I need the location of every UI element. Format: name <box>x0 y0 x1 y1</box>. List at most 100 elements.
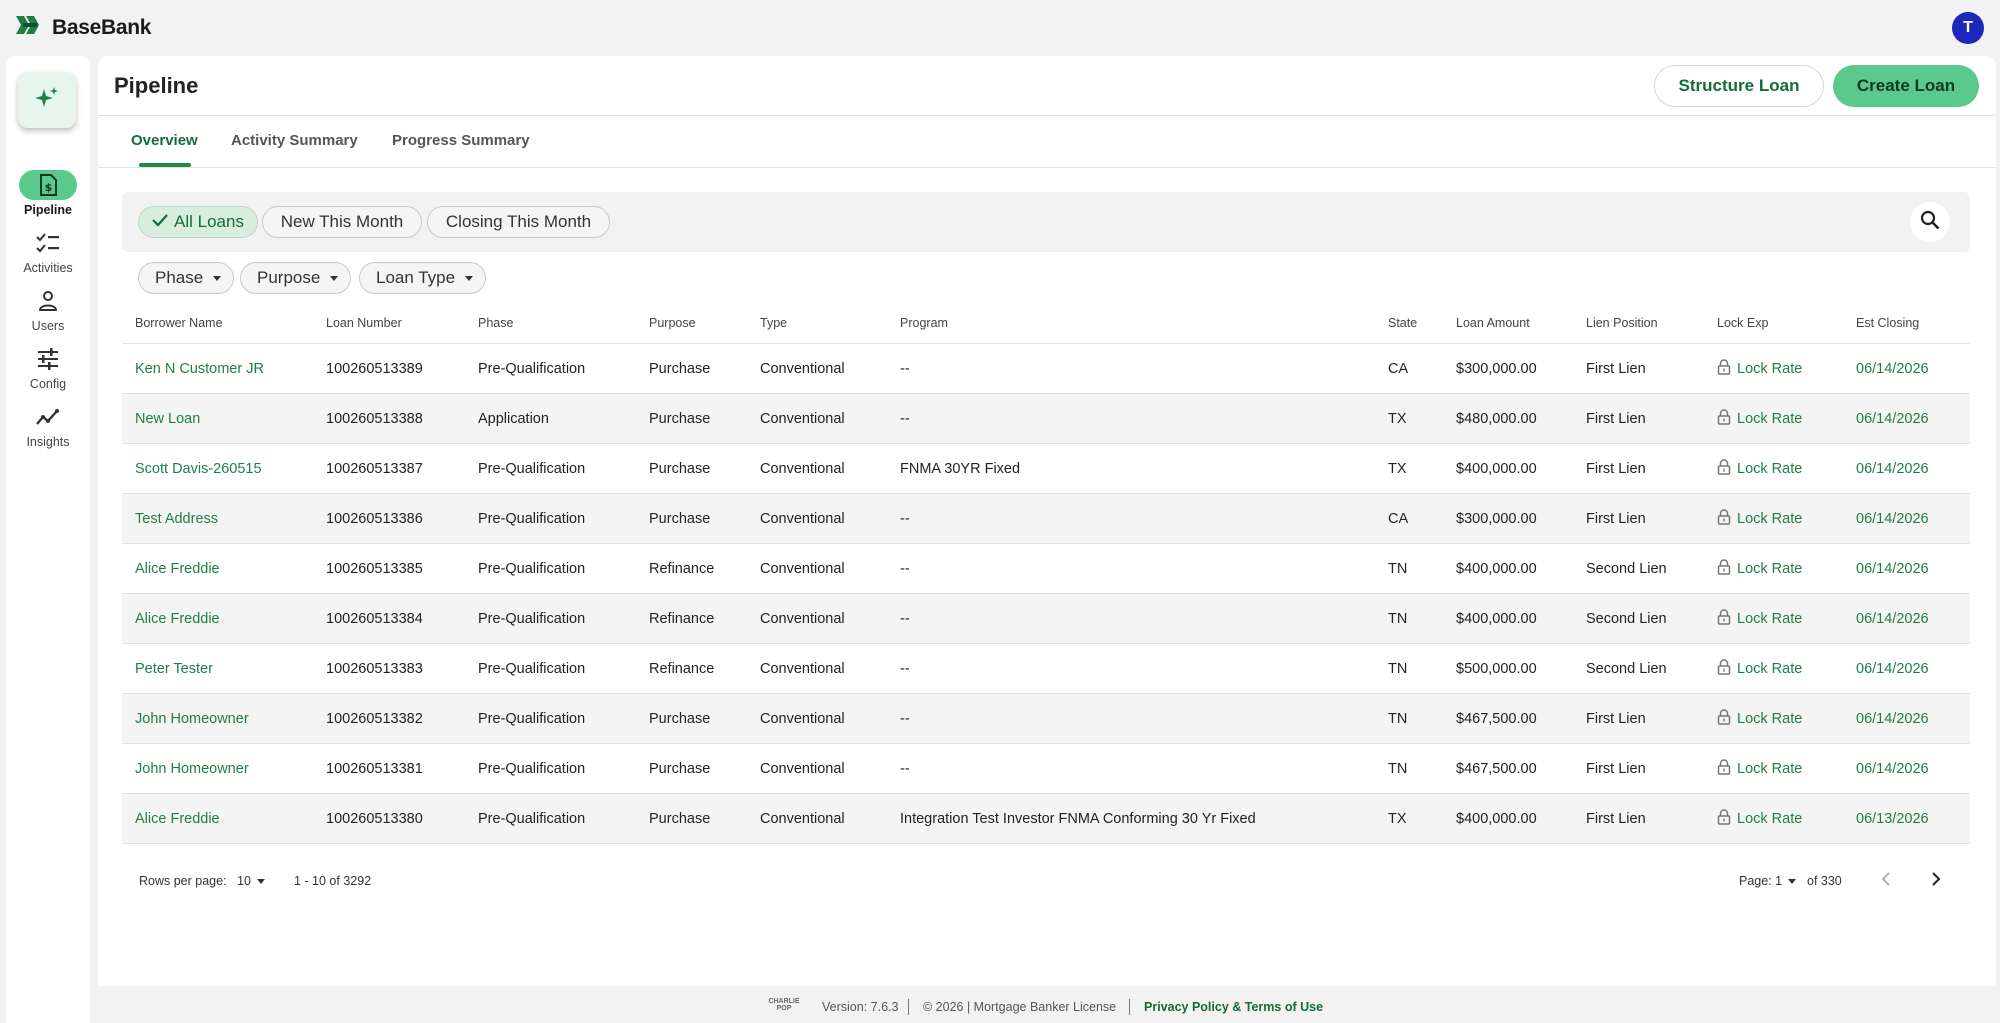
est-closing-link[interactable]: 06/14/2026 <box>1856 561 1929 577</box>
filter-chip-closing-this-month[interactable]: Closing This Month <box>427 206 610 238</box>
structure-loan-button[interactable]: Structure Loan <box>1654 65 1824 107</box>
purpose-filter-dropdown[interactable]: Purpose <box>240 262 352 294</box>
borrower-name-link[interactable]: Alice Freddie <box>135 611 220 627</box>
lock-rate-link[interactable]: Lock Rate <box>1717 759 1802 779</box>
lock-rate-link[interactable]: Lock Rate <box>1717 509 1802 529</box>
borrower-name-link[interactable]: Scott Davis-260515 <box>135 461 262 477</box>
est-closing-link[interactable]: 06/14/2026 <box>1856 761 1929 777</box>
sidebar-item-activities[interactable]: Activities <box>6 228 90 275</box>
table-row[interactable]: New Loan 100260513388 Application Purchase C… <box>122 394 1970 444</box>
sidebar-item-config[interactable]: Config <box>6 344 90 391</box>
phase-filter-dropdown[interactable]: Phase <box>138 262 235 294</box>
user-avatar[interactable]: T <box>1952 12 1984 44</box>
ai-assistant-button[interactable] <box>18 72 76 128</box>
filter-chip-all-loans[interactable]: All Loans <box>138 206 258 238</box>
column-header[interactable]: Loan Number <box>326 316 402 330</box>
lock-rate-link[interactable]: Lock Rate <box>1717 409 1802 429</box>
page-select[interactable]: Page: 1 <box>1739 874 1797 888</box>
lock-rate-link[interactable]: Lock Rate <box>1717 359 1802 379</box>
chip-label: Closing This Month <box>445 212 592 231</box>
filter-chip-new-this-month[interactable]: New This Month <box>262 206 422 238</box>
search-button[interactable] <box>1910 202 1950 242</box>
est-closing-link[interactable]: 06/14/2026 <box>1856 411 1929 427</box>
table-row[interactable]: Alice Freddie 100260513384 Pre-Qualificati… <box>122 594 1970 644</box>
column-header[interactable]: Program <box>900 316 948 330</box>
pipeline-doc-icon: $ <box>19 170 77 200</box>
sidebar-item-label: Pipeline <box>24 203 72 217</box>
column-header[interactable]: Loan Amount <box>1456 316 1530 330</box>
loan-type-filter-dropdown[interactable]: Loan Type <box>359 262 487 294</box>
lock-rate-link[interactable]: Lock Rate <box>1717 459 1802 479</box>
borrower-name-link[interactable]: Ken N Customer JR <box>135 361 264 377</box>
column-header[interactable]: Type <box>760 316 787 330</box>
lock-icon <box>1717 659 1731 679</box>
table-row[interactable]: Test Address 100260513386 Pre-Qualificatio… <box>122 494 1970 544</box>
lock-rate-link[interactable]: Lock Rate <box>1717 609 1802 629</box>
lock-rate-link[interactable]: Lock Rate <box>1717 709 1802 729</box>
tab-progress-summary[interactable]: Progress Summary <box>392 132 530 149</box>
column-header[interactable]: Lock Exp <box>1717 316 1768 330</box>
est-closing-link[interactable]: 06/14/2026 <box>1856 361 1929 377</box>
est-closing-link[interactable]: 06/14/2026 <box>1856 661 1929 677</box>
total-pages: of 330 <box>1807 874 1842 888</box>
est-closing-link[interactable]: 06/14/2026 <box>1856 611 1929 627</box>
lien-position-cell: Second Lien <box>1586 611 1667 627</box>
program-cell: -- <box>900 411 910 427</box>
table-row[interactable]: John Homeowner 100260513382 Pre-Qualificat… <box>122 694 1970 744</box>
est-closing-link[interactable]: 06/14/2026 <box>1856 461 1929 477</box>
lien-position-cell: First Lien <box>1586 511 1646 527</box>
lock-icon <box>1717 809 1731 829</box>
table-row[interactable]: Peter Tester 100260513383 Pre-Qualificatio… <box>122 644 1970 694</box>
lock-rate-label: Lock Rate <box>1737 761 1803 777</box>
caret-down-icon <box>465 275 474 281</box>
tab-activity-summary[interactable]: Activity Summary <box>231 132 358 149</box>
brand[interactable]: BaseBank <box>14 14 151 41</box>
borrower-name-link[interactable]: John Homeowner <box>135 711 249 727</box>
column-header[interactable]: Est Closing <box>1856 316 1919 330</box>
brand-name: BaseBank <box>52 15 152 39</box>
tab-overview[interactable]: Overview <box>131 132 198 149</box>
borrower-name-link[interactable]: Alice Freddie <box>135 561 220 577</box>
table-row[interactable]: Alice Freddie 100260513385 Pre-Qualificati… <box>122 544 1970 594</box>
lock-rate-link[interactable]: Lock Rate <box>1717 559 1802 579</box>
lien-position-cell: First Lien <box>1586 361 1646 377</box>
table-row[interactable]: John Homeowner 100260513381 Pre-Qualificat… <box>122 744 1970 794</box>
est-closing-link[interactable]: 06/14/2026 <box>1856 711 1929 727</box>
program-cell: -- <box>900 561 910 577</box>
lock-rate-link[interactable]: Lock Rate <box>1717 809 1802 829</box>
column-header[interactable]: Borrower Name <box>135 316 223 330</box>
sidebar-item-users[interactable]: Users <box>6 286 90 333</box>
privacy-terms-link[interactable]: Privacy Policy & Terms of Use <box>1144 1000 1323 1014</box>
quick-filter-bar: All Loans New This Month Closing This Mo… <box>122 192 1970 252</box>
program-cell: -- <box>900 611 910 627</box>
column-header[interactable]: Phase <box>478 316 513 330</box>
table-row[interactable]: Ken N Customer JR 100260513389 Pre-Qualifi… <box>122 344 1970 394</box>
user-icon <box>19 286 77 316</box>
next-page-button[interactable] <box>1921 866 1951 896</box>
checklist-icon <box>19 228 77 258</box>
est-closing-link[interactable]: 06/14/2026 <box>1856 511 1929 527</box>
est-closing-link[interactable]: 06/13/2026 <box>1856 811 1929 827</box>
phase-cell: Pre-Qualification <box>478 561 586 577</box>
loan-amount-cell: $400,000.00 <box>1456 461 1537 477</box>
rows-per-page-select[interactable]: 10 <box>237 874 265 888</box>
borrower-name-link[interactable]: Test Address <box>135 511 218 527</box>
borrower-name-link[interactable]: New Loan <box>135 411 200 427</box>
prev-page-button[interactable] <box>1871 866 1901 896</box>
table-row[interactable]: Alice Freddie 100260513380 Pre-Qualificati… <box>122 794 1970 844</box>
lock-icon <box>1717 409 1731 429</box>
sidebar-item-pipeline[interactable]: $ Pipeline <box>6 170 90 217</box>
caret-down-icon <box>213 275 222 281</box>
borrower-name-link[interactable]: Alice Freddie <box>135 811 220 827</box>
borrower-name-link[interactable]: John Homeowner <box>135 761 249 777</box>
loan-number-cell: 100260513384 <box>326 611 423 627</box>
sidebar-item-insights[interactable]: Insights <box>6 402 90 449</box>
table-row[interactable]: Scott Davis-260515 100260513387 Pre-Qualif… <box>122 444 1970 494</box>
borrower-name-link[interactable]: Peter Tester <box>135 661 213 677</box>
lock-rate-link[interactable]: Lock Rate <box>1717 659 1802 679</box>
column-header[interactable]: Purpose <box>649 316 696 330</box>
column-header[interactable]: State <box>1388 316 1417 330</box>
column-header[interactable]: Lien Position <box>1586 316 1658 330</box>
create-loan-button[interactable]: Create Loan <box>1833 65 1979 107</box>
table-header: Borrower Name Loan Number Phase Purpose … <box>122 299 1970 344</box>
